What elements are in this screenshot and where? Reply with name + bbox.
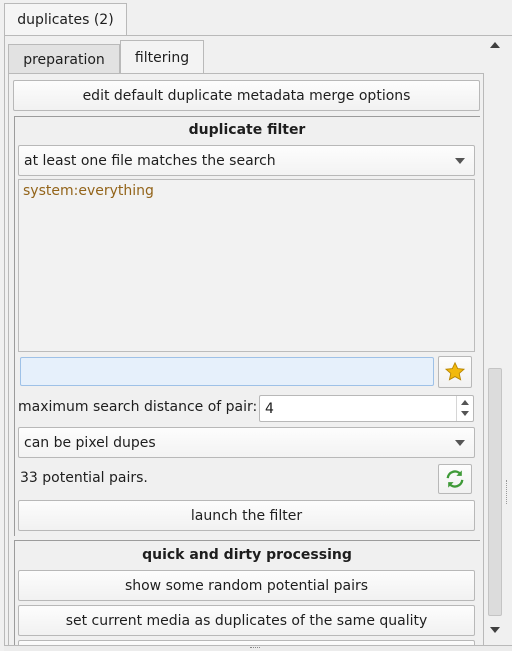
chevron-down-icon [455, 157, 465, 164]
refresh-count-button[interactable] [438, 464, 472, 494]
pixel-dupes-select[interactable]: can be pixel dupes [18, 427, 475, 458]
vertical-scrollbar[interactable] [486, 36, 504, 640]
match-mode-select[interactable]: at least one file matches the search [18, 145, 475, 176]
star-icon [444, 361, 466, 381]
tab-duplicates[interactable]: duplicates (2) [4, 3, 127, 36]
duplicate-filter-heading: duplicate filter [188, 122, 306, 138]
pixel-dupes-value: can be pixel dupes [24, 434, 156, 451]
spinbox-arrows[interactable] [456, 396, 473, 421]
bottom-splitter[interactable] [4, 645, 512, 651]
tab-preparation[interactable]: preparation [8, 44, 120, 74]
favourite-searches-button[interactable] [438, 356, 472, 388]
show-random-pairs-label: show some random potential pairs [124, 577, 369, 594]
scroll-down-arrow-icon[interactable] [490, 627, 500, 633]
scroll-up-arrow-icon[interactable] [490, 42, 500, 48]
potential-pairs-count: 33 potential pairs. [20, 470, 148, 486]
set-duplicates-same-quality-button[interactable]: set current media as duplicates of the s… [18, 605, 475, 636]
scrollbar-thumb[interactable] [488, 368, 502, 616]
match-mode-value: at least one file matches the search [24, 152, 276, 169]
refresh-icon [446, 470, 464, 488]
search-input[interactable] [20, 357, 434, 386]
chevron-down-icon[interactable] [461, 411, 469, 416]
max-distance-label: maximum search distance of pair: [18, 399, 258, 415]
tab-duplicates-label: duplicates (2) [17, 12, 114, 28]
quick-dirty-heading: quick and dirty processing [142, 547, 352, 563]
tab-filtering-label: filtering [134, 49, 190, 66]
set-duplicates-same-quality-label: set current media as duplicates of the s… [65, 612, 428, 629]
launch-filter-label: launch the filter [190, 507, 303, 524]
edit-merge-options-button[interactable]: edit default duplicate metadata merge op… [13, 80, 480, 111]
tab-filtering[interactable]: filtering [120, 40, 204, 74]
max-distance-spinbox[interactable]: 4 [259, 395, 474, 422]
predicate-list[interactable]: system:everything [18, 179, 475, 352]
show-random-pairs-button[interactable]: show some random potential pairs [18, 570, 475, 601]
right-resize-handle[interactable] [506, 480, 509, 504]
max-distance-value: 4 [265, 400, 274, 417]
tab-preparation-label: preparation [23, 51, 105, 68]
splitter-grip-icon [250, 647, 260, 651]
chevron-up-icon[interactable] [461, 400, 469, 405]
chevron-down-icon [455, 439, 465, 446]
predicate-item[interactable]: system:everything [23, 183, 470, 199]
launch-filter-button[interactable]: launch the filter [18, 500, 475, 531]
edit-merge-options-label: edit default duplicate metadata merge op… [82, 87, 411, 104]
